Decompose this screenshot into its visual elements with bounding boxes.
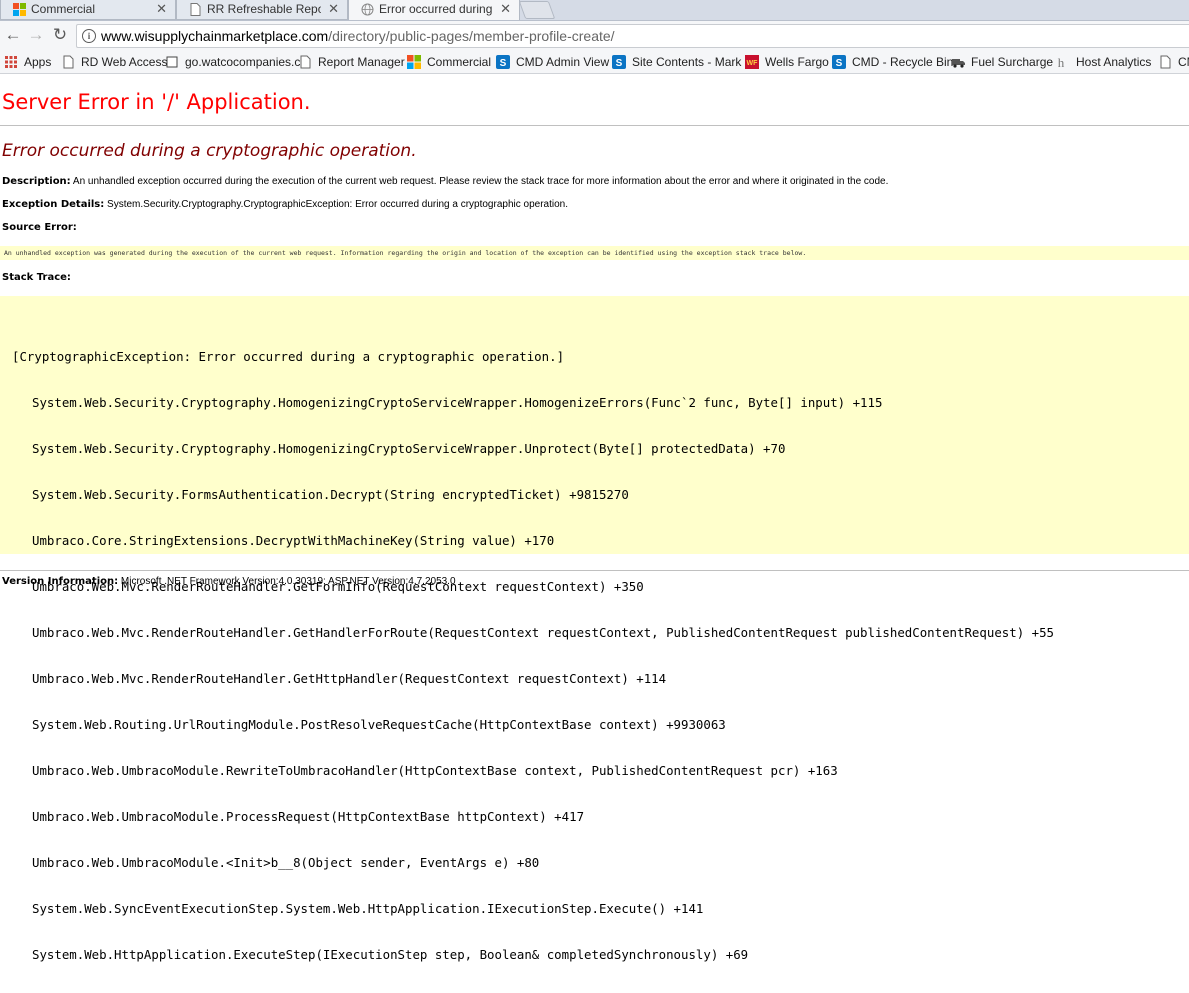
close-icon[interactable]: ✕	[328, 0, 339, 18]
arrow-right-icon: →	[27, 25, 45, 44]
bookmark-host-analytics[interactable]: h Host Analytics	[1056, 54, 1152, 70]
divider	[0, 125, 1189, 126]
bookmark-site-contents[interactable]: S Site Contents - Mark	[612, 54, 752, 70]
error-subtitle: Error occurred during a cryptographic op…	[2, 141, 417, 161]
svg-text:h: h	[1058, 55, 1065, 69]
stack-trace-line: System.Web.SyncEventExecutionStep.System…	[32, 901, 704, 916]
page-title: Server Error in '/' Application.	[2, 90, 311, 114]
sharepoint-icon: S	[832, 55, 846, 69]
reload-button[interactable]: ↻	[50, 25, 70, 45]
url-host: www.wisupplychainmarketplace.com	[101, 28, 329, 44]
truck-icon	[952, 59, 965, 68]
bookmark-label: RD Web Access	[81, 55, 168, 69]
tab-title: Error occurred during a c	[379, 2, 493, 16]
info-icon[interactable]: i	[82, 29, 96, 43]
divider	[0, 570, 1189, 571]
bookmark-label: Host Analytics	[1076, 55, 1152, 69]
reload-icon: ↻	[52, 25, 68, 44]
source-error-label: Source Error:	[2, 222, 77, 233]
bookmark-label: CMD Admin View	[516, 55, 610, 69]
forward-button[interactable]: →	[26, 25, 46, 45]
description-text: An unhandled exception occurred during t…	[72, 176, 889, 187]
bookmark-label: Wells Fargo	[765, 55, 829, 69]
stack-trace-line: Umbraco.Web.UmbracoModule.RewriteToUmbra…	[32, 763, 838, 778]
stack-trace-line: System.Web.Security.FormsAuthentication.…	[32, 487, 629, 502]
bookmark-label: go.watcocompanies.c	[185, 55, 301, 69]
tab-error-page[interactable]: Error occurred during a c ✕	[348, 0, 520, 20]
svg-text:S: S	[500, 58, 507, 69]
bookmark-label: Fuel Surcharge	[971, 55, 1054, 69]
stack-trace-line: System.Web.HttpApplication.ExecuteStep(I…	[32, 947, 749, 962]
stack-trace-heading: Stack Trace:	[2, 272, 71, 283]
bookmark-wells-fargo[interactable]: WF Wells Fargo	[745, 54, 829, 70]
stack-trace-line: Umbraco.Web.UmbracoModule.ProcessRequest…	[32, 809, 585, 824]
wells-fargo-icon: WF	[745, 55, 759, 69]
globe-icon	[361, 3, 374, 16]
close-icon[interactable]: ✕	[156, 0, 167, 18]
bookmark-go-watcocompanies[interactable]: go.watcocompanies.c	[165, 54, 303, 70]
bookmark-cm[interactable]: CM	[1158, 54, 1189, 70]
stack-trace-line: System.Web.Security.Cryptography.Homogen…	[32, 441, 786, 456]
new-tab-button[interactable]	[518, 1, 556, 19]
version-info-label: Version Information:	[2, 576, 119, 587]
bookmarks-bar: Apps RD Web Access go.watcocompanies.c R…	[0, 51, 1189, 74]
apps-grid-icon	[5, 56, 17, 68]
stack-trace-box: [CryptographicException: Error occurred …	[0, 296, 1189, 962]
page-icon	[63, 55, 74, 69]
stack-trace-label: Stack Trace:	[2, 272, 71, 283]
url-path: /directory/public-pages/member-profile-c…	[328, 28, 615, 44]
sharepoint-icon: S	[612, 55, 626, 69]
stack-trace-line: System.Web.Security.Cryptography.Homogen…	[32, 395, 883, 410]
stack-trace-line: Umbraco.Core.StringExtensions.DecryptWit…	[32, 533, 555, 548]
bookmark-commercial[interactable]: Commercial	[407, 54, 491, 70]
windows-logo-icon	[407, 55, 421, 69]
bookmark-label: Commercial	[427, 55, 492, 69]
svg-text:S: S	[616, 58, 623, 69]
exception-text: System.Security.Cryptography.Cryptograph…	[107, 199, 568, 210]
tab-strip: Commercial ✕ RR Refreshable Reports ✕ Er…	[0, 0, 1189, 21]
h-icon: h	[1058, 55, 1065, 69]
bookmark-apps[interactable]: Apps	[4, 54, 51, 70]
bookmark-rd-web-access[interactable]: RD Web Access	[61, 54, 167, 70]
windows-logo-icon	[13, 3, 26, 16]
page-icon	[190, 3, 201, 16]
bookmark-label: Site Contents - Mark	[632, 55, 742, 69]
bookmark-label: CMD - Recycle Bin	[852, 55, 954, 69]
bookmark-label: Report Manager	[318, 55, 405, 69]
bookmark-label: CM	[1178, 55, 1189, 69]
back-button[interactable]: ←	[3, 25, 23, 45]
exception-label: Exception Details:	[2, 199, 105, 210]
svg-text:S: S	[836, 58, 843, 69]
page-icon	[300, 55, 311, 69]
description-label: Description:	[2, 176, 71, 187]
stack-trace-line: Umbraco.Web.UmbracoModule.<Init>b__8(Obj…	[32, 855, 540, 870]
bookmark-cmd-admin-view[interactable]: S CMD Admin View	[496, 54, 609, 70]
sharepoint-icon: S	[496, 55, 510, 69]
version-info-row: Version Information: Microsoft .NET Fram…	[2, 576, 456, 587]
stack-trace-line: Umbraco.Web.Mvc.RenderRouteHandler.GetHt…	[32, 671, 667, 686]
tab-commercial[interactable]: Commercial ✕	[0, 0, 176, 20]
bookmark-report-manager[interactable]: Report Manager	[298, 54, 405, 70]
description-row: Description: An unhandled exception occu…	[2, 176, 888, 187]
exception-row: Exception Details: System.Security.Crypt…	[2, 199, 568, 210]
arrow-left-icon: ←	[4, 25, 22, 44]
bookmark-label: Apps	[24, 55, 52, 69]
page-icon	[166, 56, 178, 68]
tab-rr-refreshable-reports[interactable]: RR Refreshable Reports ✕	[176, 0, 348, 20]
browser-toolbar: ← → ↻ i www.wisupplychainmarketplace.com…	[0, 21, 1189, 51]
stack-trace-line: Umbraco.Web.Mvc.RenderRouteHandler.GetHa…	[32, 625, 1054, 640]
stack-trace-line: System.Web.Routing.UrlRoutingModule.Post…	[32, 717, 726, 732]
tab-title: RR Refreshable Reports	[207, 2, 321, 16]
tab-title: Commercial	[31, 2, 96, 16]
bookmark-fuel-surcharge[interactable]: Fuel Surcharge	[951, 54, 1053, 70]
svg-text:WF: WF	[747, 60, 759, 67]
version-info-text: Microsoft .NET Framework Version:4.0.303…	[120, 576, 456, 587]
address-bar[interactable]: i www.wisupplychainmarketplace.com/direc…	[76, 24, 1189, 48]
close-icon[interactable]: ✕	[500, 0, 511, 18]
source-error-box: An unhandled exception was generated dur…	[0, 246, 1189, 260]
stack-trace-header: [CryptographicException: Error occurred …	[12, 349, 565, 364]
source-error-heading: Source Error:	[2, 222, 77, 233]
bookmark-cmd-recycle-bin[interactable]: S CMD - Recycle Bin	[832, 54, 953, 70]
page-icon	[1160, 55, 1171, 69]
